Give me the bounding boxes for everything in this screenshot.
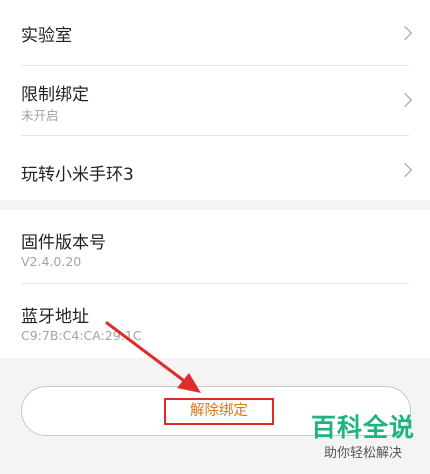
annotation-arrow-icon xyxy=(105,321,201,393)
watermark-logo: 百科全说 助你轻松解决 xyxy=(300,412,426,472)
watermark-slogan: 助你轻松解决 xyxy=(323,446,402,461)
watermark-brand: 百科全说 xyxy=(310,413,415,442)
